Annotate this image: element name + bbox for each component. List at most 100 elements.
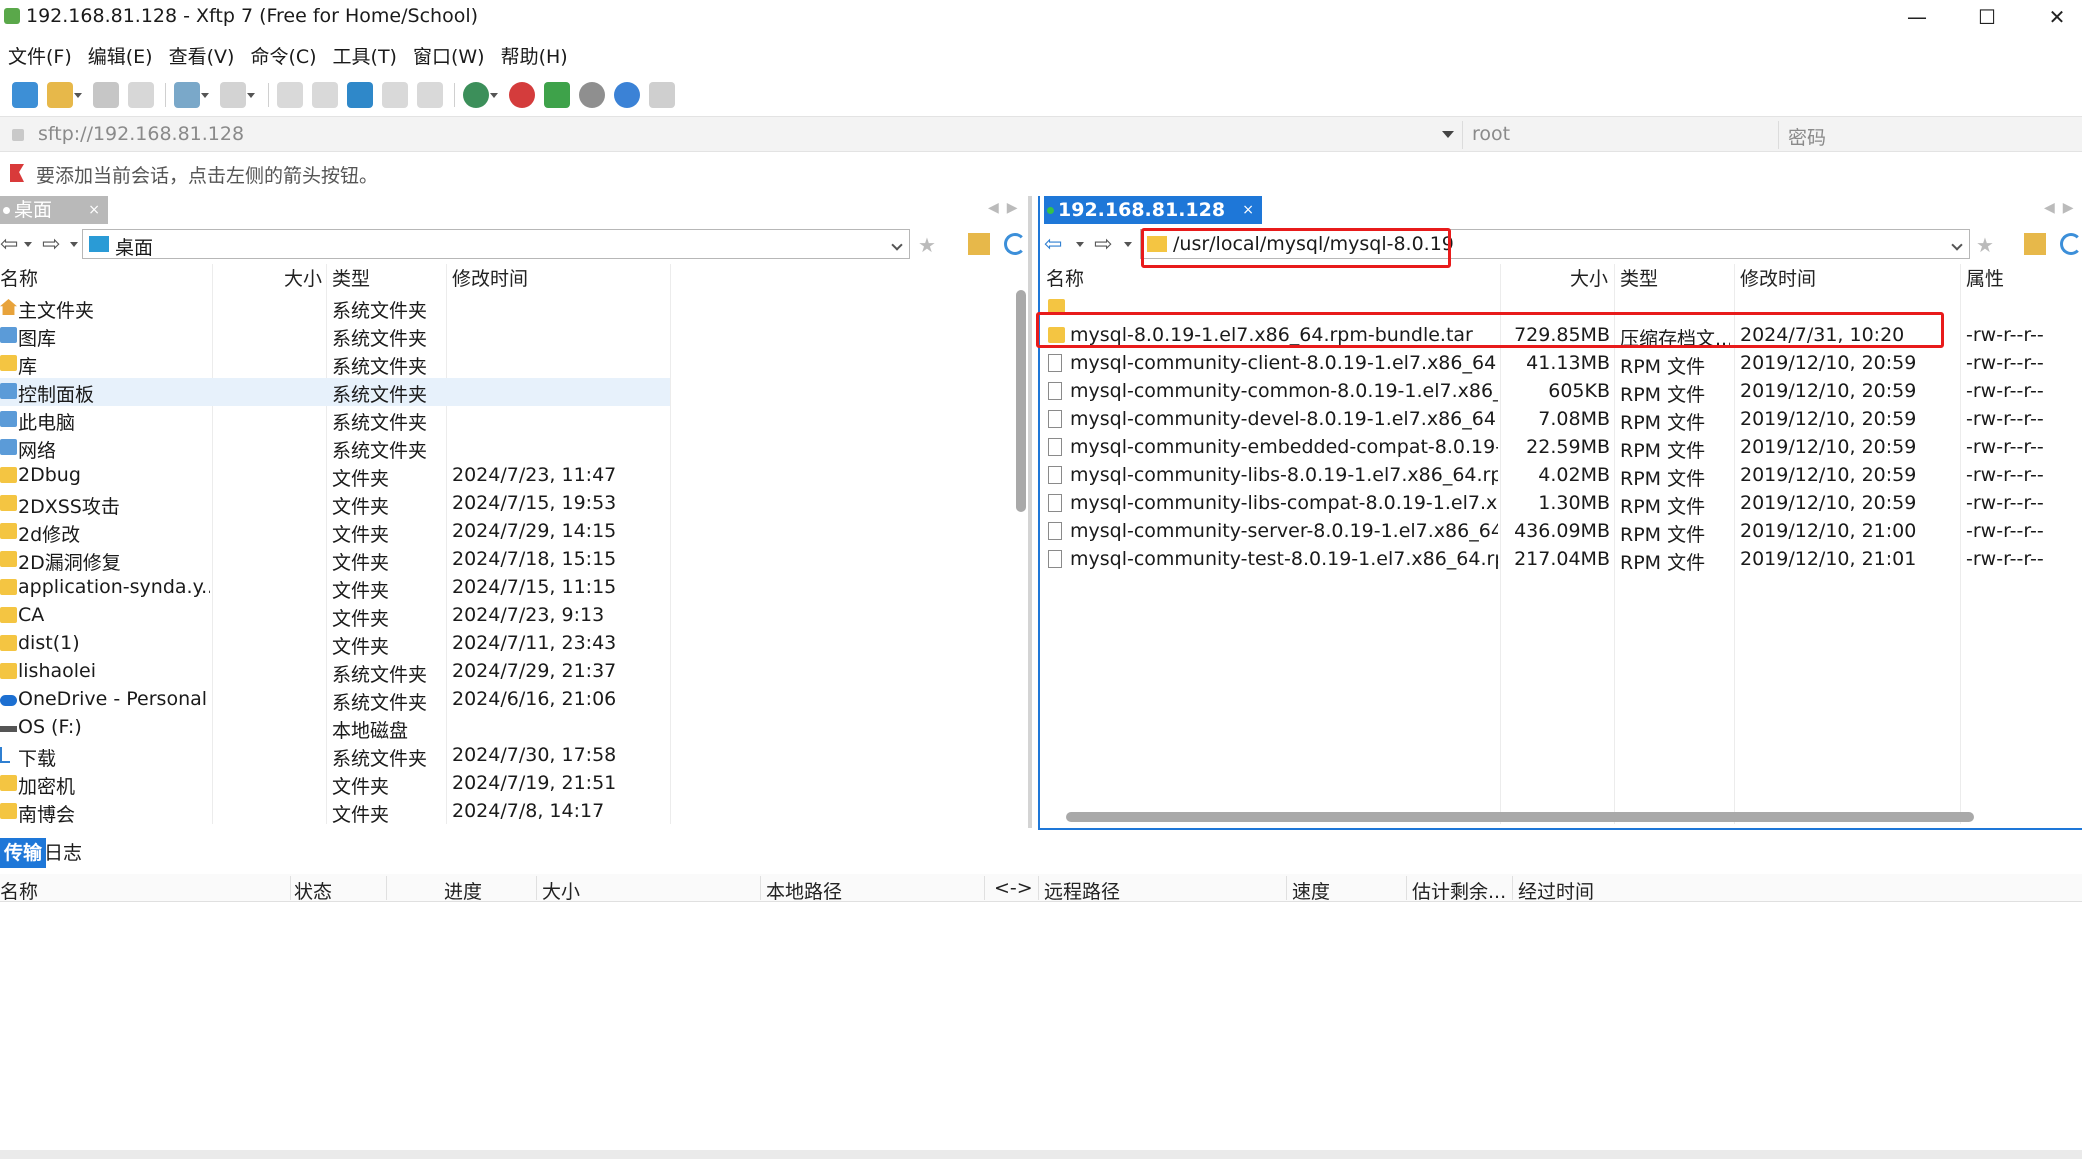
- col-modified[interactable]: 修改时间: [1740, 264, 1816, 290]
- table-row[interactable]: lishaolei 系统文件夹 2024/7/29, 21:37: [0, 658, 670, 686]
- gear-icon[interactable]: [579, 82, 605, 108]
- table-row[interactable]: 此电脑 系统文件夹: [0, 406, 670, 434]
- bookmark-flag-icon[interactable]: [10, 164, 24, 182]
- col-remote-path[interactable]: 远程路径: [1044, 877, 1120, 904]
- close-icon[interactable]: ×: [1242, 196, 1254, 224]
- xshell-icon[interactable]: [509, 82, 535, 108]
- tab-local-desktop[interactable]: 桌面 ×: [0, 196, 108, 224]
- col-size[interactable]: 大小: [284, 264, 322, 290]
- menu-help[interactable]: 帮助(H): [493, 42, 576, 72]
- close-window-button[interactable]: ✕: [2024, 0, 2082, 34]
- back-arrow-icon[interactable]: ⇦: [0, 232, 18, 257]
- table-row[interactable]: mysql-community-libs-8.0.19-1.el7.x86_64…: [1040, 462, 2082, 490]
- menu-command[interactable]: 命令(C): [242, 42, 324, 72]
- refresh-icon[interactable]: [2060, 233, 2082, 255]
- tab-log[interactable]: 日志: [40, 838, 86, 868]
- table-row[interactable]: 南博会 文件夹 2024/7/8, 14:17: [0, 798, 670, 826]
- forward-dropdown-icon[interactable]: [70, 242, 78, 247]
- local-path-input[interactable]: 桌面: [82, 229, 910, 259]
- copy-icon[interactable]: [277, 82, 303, 108]
- star-icon[interactable]: ★: [1976, 233, 1998, 257]
- col-attributes[interactable]: 属性: [1966, 264, 2004, 290]
- open-folder-icon[interactable]: [47, 82, 82, 108]
- table-row[interactable]: mysql-community-common-8.0.19-1.el7.x86_…: [1040, 378, 2082, 406]
- local-vertical-scrollbar[interactable]: [1016, 290, 1026, 512]
- col-elapsed-time[interactable]: 经过时间: [1518, 877, 1594, 904]
- table-row[interactable]: mysql-community-client-8.0.19-1.el7.x86_…: [1040, 350, 2082, 378]
- refresh-icon[interactable]: [1004, 233, 1026, 255]
- forward-arrow-icon[interactable]: ⇨: [1094, 232, 1112, 257]
- home-folder-icon[interactable]: [968, 233, 990, 255]
- upload-icon[interactable]: [382, 82, 408, 108]
- remote-horizontal-scrollbar[interactable]: [1066, 812, 1974, 822]
- col-direction[interactable]: <->: [994, 877, 1033, 899]
- tab-scroll-arrows[interactable]: ◀▶: [988, 200, 1026, 216]
- table-row[interactable]: OneDrive - Personal 系统文件夹 2024/6/16, 21:06: [0, 686, 670, 714]
- connect-icon[interactable]: [93, 82, 119, 108]
- properties-icon[interactable]: [174, 82, 209, 108]
- col-modified[interactable]: 修改时间: [452, 264, 528, 290]
- menu-edit[interactable]: 编辑(E): [80, 42, 161, 72]
- disconnect-icon[interactable]: [128, 82, 154, 108]
- col-type[interactable]: 类型: [1620, 264, 1658, 290]
- table-row[interactable]: 下载 系统文件夹 2024/7/30, 17:58: [0, 742, 670, 770]
- table-row[interactable]: 主文件夹 系统文件夹: [0, 294, 670, 322]
- col-time-remaining[interactable]: 估计剩余...: [1412, 877, 1506, 904]
- table-row[interactable]: 2D漏洞修复 文件夹 2024/7/18, 15:15: [0, 546, 670, 574]
- menu-file[interactable]: 文件(F): [0, 42, 80, 72]
- username-input[interactable]: root: [1472, 123, 1510, 145]
- col-name[interactable]: 名称: [1046, 264, 1084, 290]
- address-input[interactable]: sftp://192.168.81.128: [38, 123, 244, 145]
- menu-view[interactable]: 查看(V): [161, 42, 243, 72]
- globe-icon[interactable]: [463, 82, 498, 108]
- col-name[interactable]: 名称: [0, 264, 38, 290]
- back-dropdown-icon[interactable]: [1076, 242, 1084, 247]
- remote-path-input[interactable]: /usr/local/mysql/mysql-8.0.19: [1140, 229, 1970, 259]
- address-dropdown-icon[interactable]: [1442, 131, 1454, 138]
- table-row[interactable]: 网络 系统文件夹: [0, 434, 670, 462]
- table-row[interactable]: [1040, 294, 2082, 322]
- home-folder-icon[interactable]: [2024, 233, 2046, 255]
- col-status[interactable]: 状态: [294, 877, 332, 904]
- help-icon[interactable]: [614, 82, 640, 108]
- table-row[interactable]: 2d修改 文件夹 2024/7/29, 14:15: [0, 518, 670, 546]
- chat-icon[interactable]: [649, 82, 675, 108]
- col-size[interactable]: 大小: [1570, 264, 1608, 290]
- chevron-down-icon[interactable]: [891, 239, 903, 251]
- col-speed[interactable]: 速度: [1292, 877, 1330, 904]
- password-input[interactable]: 密码: [1788, 123, 1826, 150]
- chevron-down-icon[interactable]: [1951, 239, 1963, 251]
- table-row[interactable]: mysql-community-libs-compat-8.0.19-1.el7…: [1040, 490, 2082, 518]
- terminal-icon[interactable]: [220, 82, 255, 108]
- table-row[interactable]: mysql-community-embedded-compat-8.0.19-1…: [1040, 434, 2082, 462]
- table-row[interactable]: dist(1) 文件夹 2024/7/11, 23:43: [0, 630, 670, 658]
- col-type[interactable]: 类型: [332, 264, 370, 290]
- table-row[interactable]: mysql-community-devel-8.0.19-1.el7.x86_6…: [1040, 406, 2082, 434]
- col-size[interactable]: 大小: [542, 877, 580, 904]
- back-dropdown-icon[interactable]: [24, 242, 32, 247]
- menu-window[interactable]: 窗口(W): [405, 42, 493, 72]
- new-session-icon[interactable]: [12, 82, 38, 108]
- table-row[interactable]: 2Dbug 文件夹 2024/7/23, 11:47: [0, 462, 670, 490]
- table-row[interactable]: mysql-community-server-8.0.19-1.el7.x86_…: [1040, 518, 2082, 546]
- tab-scroll-arrows[interactable]: ◀▶: [2044, 200, 2082, 216]
- forward-arrow-icon[interactable]: ⇨: [42, 232, 60, 257]
- col-local-path[interactable]: 本地路径: [766, 877, 842, 904]
- table-row[interactable]: mysql-community-test-8.0.19-1.el7.x86_64…: [1040, 546, 2082, 574]
- forward-dropdown-icon[interactable]: [1124, 242, 1132, 247]
- menu-tools[interactable]: 工具(T): [325, 42, 405, 72]
- table-row[interactable]: 加密机 文件夹 2024/7/19, 21:51: [0, 770, 670, 798]
- table-row[interactable]: 控制面板 系统文件夹: [0, 378, 670, 406]
- table-row[interactable]: OS (F:) 本地磁盘: [0, 714, 670, 742]
- table-row[interactable]: CA 文件夹 2024/7/23, 9:13: [0, 602, 670, 630]
- paste-icon[interactable]: [312, 82, 338, 108]
- table-row[interactable]: mysql-8.0.19-1.el7.x86_64.rpm-bundle.tar…: [1040, 322, 2082, 350]
- xftp-icon[interactable]: [544, 82, 570, 108]
- star-icon[interactable]: ★: [918, 233, 940, 257]
- download-icon[interactable]: [417, 82, 443, 108]
- table-row[interactable]: 库 系统文件夹: [0, 350, 670, 378]
- table-row[interactable]: 2DXSS攻击 文件夹 2024/7/15, 19:53: [0, 490, 670, 518]
- sync-arrows-icon[interactable]: [347, 82, 373, 108]
- close-icon[interactable]: ×: [88, 196, 100, 224]
- maximize-button[interactable]: ☐: [1954, 0, 2020, 34]
